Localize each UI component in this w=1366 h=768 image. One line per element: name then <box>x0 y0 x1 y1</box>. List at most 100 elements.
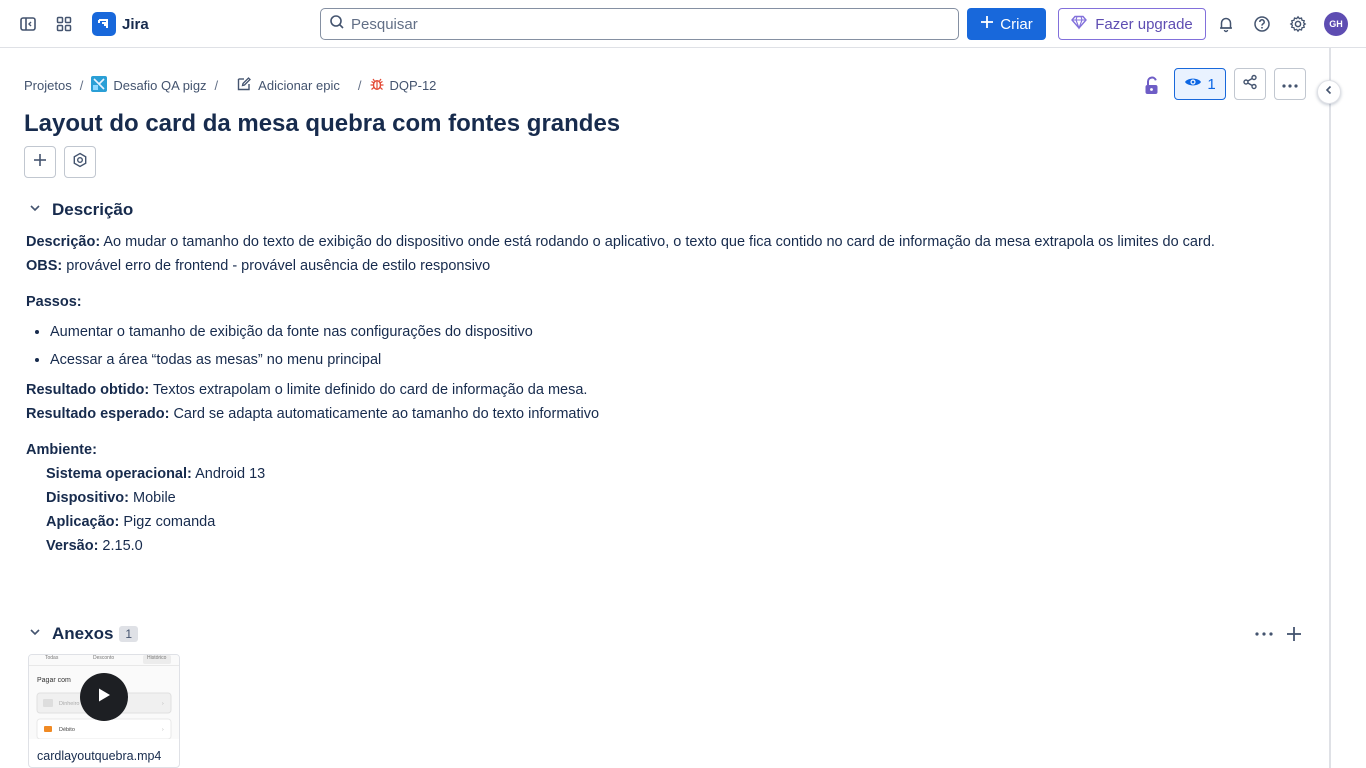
env-item-value: 2.15.0 <box>98 538 143 554</box>
chevron-down-icon <box>28 624 42 644</box>
attachment-filename: cardlayoutquebra.mp4 <box>37 749 162 763</box>
bug-icon <box>369 76 385 95</box>
env-item: Versão: 2.15.0 <box>26 534 1316 558</box>
side-panel-divider[interactable] <box>1329 48 1331 768</box>
upgrade-button[interactable]: Fazer upgrade <box>1058 8 1206 40</box>
add-button[interactable] <box>24 146 56 178</box>
hexagon-icon <box>72 152 88 173</box>
breadcrumb-project[interactable]: Desafio QA pigz <box>91 75 207 95</box>
play-button[interactable] <box>80 673 128 721</box>
preview-tab: Histórico <box>147 655 167 661</box>
jira-logo[interactable]: Jira <box>92 12 149 36</box>
issue-key: DQP-12 <box>389 77 437 93</box>
search-icon <box>329 14 345 35</box>
desc-label: Descrição: <box>26 234 101 250</box>
preview-tab: Todas <box>45 655 59 661</box>
watch-button[interactable]: 1 <box>1174 68 1226 100</box>
expected-line: Resultado esperado: Card se adapta autom… <box>26 402 1316 426</box>
env-item: Sistema operacional: Android 13 <box>26 462 1316 486</box>
attachment-card[interactable]: Todas Desconto Histórico Pagar com Dinhe… <box>28 654 180 768</box>
project-icon <box>91 75 108 95</box>
steps-label-text: Passos: <box>26 294 82 310</box>
preview-row: Dinheiro <box>59 701 79 707</box>
video-thumbnail: Todas Desconto Histórico Pagar com Dinhe… <box>29 655 179 739</box>
env-item-label: Aplicação: <box>46 514 120 530</box>
plus-icon <box>32 152 48 173</box>
add-attachment-icon[interactable] <box>1282 622 1306 646</box>
pencil-icon <box>236 76 252 95</box>
play-icon <box>97 687 111 708</box>
description-body[interactable]: Descrição: Ao mudar o tamanho do texto d… <box>26 230 1316 558</box>
expected-label: Resultado esperado: <box>26 406 170 422</box>
help-icon[interactable] <box>1250 12 1274 36</box>
attachments-heading: Anexos <box>52 624 114 643</box>
notifications-bell-icon[interactable] <box>1214 12 1238 36</box>
description-line: Descrição: Ao mudar o tamanho do texto d… <box>26 230 1316 254</box>
share-icon <box>1242 74 1258 95</box>
add-epic-label: Adicionar epic <box>258 77 340 93</box>
jira-logo-icon <box>92 12 116 36</box>
step-item: Aumentar o tamanho de exibição da fonte … <box>50 318 1316 346</box>
steps-label: Passos: <box>26 290 1316 314</box>
breadcrumb-separator: / <box>79 77 84 93</box>
sidebar-toggle-icon[interactable] <box>16 12 40 36</box>
env-label: Ambiente: <box>26 438 1316 462</box>
breadcrumb-issue[interactable]: DQP-12 <box>369 76 436 95</box>
attachments-more-icon[interactable] <box>1252 622 1276 646</box>
breadcrumb-separator: / <box>214 77 219 93</box>
obs-line: OBS: provável erro de frontend - prováve… <box>26 254 1316 278</box>
env-label-text: Ambiente: <box>26 442 97 458</box>
breadcrumb: Projetos / Desafio QA pigz / Adicionar e… <box>24 75 436 95</box>
more-horizontal-icon <box>1282 75 1298 93</box>
env-item-label: Dispositivo: <box>46 490 129 506</box>
attachments-count-badge: 1 <box>119 626 139 642</box>
obtained-label: Resultado obtido: <box>26 382 150 398</box>
apps-button[interactable] <box>64 146 96 178</box>
share-button[interactable] <box>1234 68 1266 100</box>
app-name: Jira <box>122 15 149 33</box>
eye-icon <box>1184 75 1202 93</box>
diamond-icon <box>1071 14 1088 34</box>
step-item: Acessar a área “todas as mesas” no menu … <box>50 346 1316 374</box>
more-actions-button[interactable] <box>1274 68 1306 100</box>
expected-text: Card se adapta automaticamente ao tamanh… <box>169 406 600 422</box>
preview-title: Pagar com <box>37 677 71 684</box>
issue-title[interactable]: Layout do card da mesa quebra com fontes… <box>24 110 620 138</box>
collapse-panel-button[interactable] <box>1317 80 1341 104</box>
top-navigation: Jira Criar Fazer upgrade GH <box>0 0 1366 48</box>
description-section-header[interactable]: Descrição <box>28 200 133 220</box>
plus-icon <box>980 15 994 33</box>
env-item-value: Mobile <box>128 490 176 506</box>
watchers-count: 1 <box>1207 75 1216 93</box>
chevron-left-icon <box>1323 83 1335 101</box>
breadcrumb-projects-label: Projetos <box>24 77 72 93</box>
desc-text: Ao mudar o tamanho do texto de exibição … <box>100 234 1215 250</box>
description-heading: Descrição <box>52 200 134 219</box>
breadcrumb-projects[interactable]: Projetos <box>24 78 72 93</box>
env-item: Aplicação: Pigz comanda <box>26 510 1316 534</box>
breadcrumb-project-label: Desafio QA pigz <box>113 77 207 93</box>
env-item-label: Sistema operacional: <box>46 466 192 482</box>
obs-label: OBS: <box>26 258 63 274</box>
attachments-section-header[interactable]: Anexos 1 <box>28 624 139 644</box>
upgrade-button-label: Fazer upgrade <box>1095 15 1193 33</box>
env-item-value: Android 13 <box>191 466 266 482</box>
app-switcher-icon[interactable] <box>52 12 76 36</box>
settings-gear-icon[interactable] <box>1286 12 1310 36</box>
env-item-label: Versão: <box>46 538 99 554</box>
preview-tab: Desconto <box>93 655 114 661</box>
env-item-value: Pigz comanda <box>119 514 216 530</box>
chevron-down-icon <box>28 200 42 220</box>
unlock-icon[interactable] <box>1140 74 1164 98</box>
env-item: Dispositivo: Mobile <box>26 486 1316 510</box>
create-button[interactable]: Criar <box>967 8 1046 40</box>
obtained-text: Textos extrapolam o limite definido do c… <box>149 382 588 398</box>
add-epic-button[interactable]: Adicionar epic <box>236 76 340 95</box>
obs-text: provável erro de frontend - provável aus… <box>62 258 491 274</box>
create-button-label: Criar <box>1000 15 1033 33</box>
preview-row: Débito <box>59 727 75 733</box>
search-input[interactable] <box>351 15 931 33</box>
user-avatar[interactable]: GH <box>1324 12 1348 36</box>
steps-list: Aumentar o tamanho de exibição da fonte … <box>26 318 1316 374</box>
search-box[interactable] <box>320 8 959 40</box>
